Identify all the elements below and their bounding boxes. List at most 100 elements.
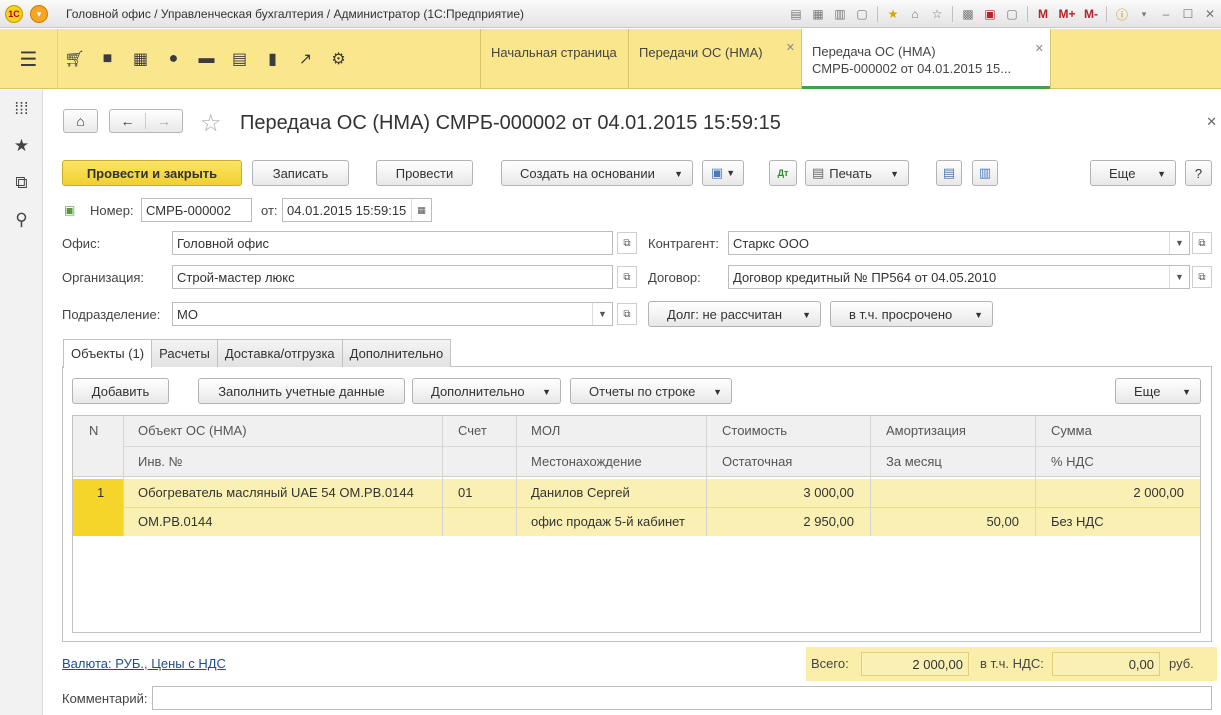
table-row[interactable]: 1 Обогреватель масляный UAE 54 ОМ.РВ.014… (73, 479, 1200, 536)
col-header-object[interactable]: Объект ОС (НМА) (138, 423, 247, 438)
col-header-n[interactable]: N (89, 423, 98, 438)
tab-delivery[interactable]: Доставка/отгрузка (216, 339, 343, 367)
create-based-on-button[interactable]: Создать на основании ▼ (501, 160, 693, 186)
number-field[interactable]: СМРБ-000002 (141, 198, 252, 222)
col-header-inv[interactable]: Инв. № (138, 454, 183, 469)
cell-location[interactable]: офис продаж 5-й кабинет (531, 514, 685, 529)
favorites-icon[interactable]: ★ (883, 4, 903, 24)
menu-icon[interactable]: ☰ (0, 29, 58, 89)
col-header-cost[interactable]: Стоимость (722, 423, 787, 438)
apps-icon[interactable]: ⁞⁞⁞ (0, 90, 43, 127)
col-header-mol[interactable]: МОЛ (531, 423, 560, 438)
col-header-vat-rate[interactable]: % НДС (1051, 454, 1094, 469)
tab-transfers-list[interactable]: Передачи ОС (НМА) ✕ (628, 29, 801, 89)
report-button[interactable]: ▤ (936, 160, 962, 186)
open-contract-icon[interactable]: ⧉ (1192, 266, 1212, 288)
col-header-per-month[interactable]: За месяц (886, 454, 942, 469)
row-reports-button[interactable]: Отчеты по строке ▼ (570, 378, 732, 404)
col-header-location[interactable]: Местонахождение (531, 454, 642, 469)
chart-icon[interactable]: ▮ (256, 29, 289, 89)
open-office-icon[interactable]: ⧉ (617, 232, 637, 254)
cell-sum[interactable]: 2 000,00 (1036, 485, 1184, 500)
memory-add-button[interactable]: M+ (1055, 4, 1079, 24)
search-icon[interactable]: ⚲ (0, 201, 43, 238)
close-icon[interactable]: ✕ (1200, 4, 1220, 24)
tab-objects[interactable]: Объекты (1) (63, 339, 153, 368)
debt-button[interactable]: Долг: не рассчитан ▼ (648, 301, 821, 327)
truck-icon[interactable]: ▬ (190, 29, 223, 89)
home-button[interactable]: ⌂ (63, 109, 98, 133)
office-field[interactable]: Головной офис (172, 231, 613, 255)
memory-subtract-button[interactable]: M- (1081, 4, 1101, 24)
app-logo-icon[interactable]: 1С (5, 5, 23, 23)
maximize-icon[interactable]: ☐ (1178, 4, 1198, 24)
forward-icon[interactable]: → (146, 113, 182, 129)
organization-field[interactable]: Строй-мастер люкс (172, 265, 613, 289)
col-header-amortization[interactable]: Амортизация (886, 423, 966, 438)
add-row-button[interactable]: Добавить (72, 378, 169, 404)
table-more-button[interactable]: Еще ▼ (1115, 378, 1201, 404)
minimize-icon[interactable]: – (1156, 4, 1176, 24)
save-button[interactable]: Записать (252, 160, 349, 186)
open-counterparty-icon[interactable]: ⧉ (1192, 232, 1212, 254)
col-header-sum[interactable]: Сумма (1051, 423, 1092, 438)
chevron-down-icon[interactable]: ▾ (1134, 4, 1154, 24)
fill-accounting-data-button[interactable]: Заполнить учетные данные (198, 378, 405, 404)
gear-icon[interactable]: ⚙ (322, 29, 355, 89)
favorite-star-icon[interactable]: ☆ (200, 109, 222, 138)
tab-additional[interactable]: Дополнительно (341, 339, 452, 367)
cell-amort-month[interactable]: 50,00 (871, 514, 1019, 529)
post-and-close-button[interactable]: Провести и закрыть (62, 160, 242, 186)
open-department-icon[interactable]: ⧉ (617, 303, 637, 325)
bag-icon[interactable]: ■ (91, 29, 124, 89)
cell-mol[interactable]: Данилов Сергей (531, 485, 630, 500)
trend-icon[interactable]: ↗ (289, 29, 322, 89)
help-button[interactable]: ? (1185, 160, 1212, 186)
print-button[interactable]: ▤ Печать ▼ (805, 160, 909, 186)
history-icon[interactable]: ⧉ (0, 164, 43, 201)
currency-link[interactable]: Валюта: РУБ., Цены с НДС (62, 656, 226, 671)
close-form-icon[interactable]: ✕ (1206, 114, 1217, 130)
close-icon[interactable]: ✕ (1035, 41, 1044, 58)
cell-object[interactable]: Обогреватель масляный UAE 54 ОМ.РВ.0144 (138, 485, 414, 500)
attachments-button[interactable]: ▥ (972, 160, 998, 186)
table-additional-button[interactable]: Дополнительно ▼ (412, 378, 561, 404)
save-icon[interactable]: ▤ (786, 4, 806, 24)
related-documents-button[interactable]: ▣ ▼ (702, 160, 744, 186)
counterparty-field[interactable]: Старкс ООО ▼ (728, 231, 1190, 255)
calculator-icon[interactable]: ▩ (958, 4, 978, 24)
objects-table[interactable]: N Объект ОС (НМА) Счет МОЛ Стоимость Амо… (72, 415, 1201, 633)
documents-icon[interactable]: ▤ (223, 29, 256, 89)
ruble-icon[interactable]: ● (157, 29, 190, 89)
preview-icon[interactable]: ▥ (830, 4, 850, 24)
overdue-button[interactable]: в т.ч. просрочено ▼ (830, 301, 993, 327)
col-header-residual[interactable]: Остаточная (722, 454, 792, 469)
open-organization-icon[interactable]: ⧉ (617, 266, 637, 288)
more-button[interactable]: Еще ▼ (1090, 160, 1176, 186)
star-icon[interactable]: ★ (0, 127, 43, 164)
cell-vat-rate[interactable]: Без НДС (1051, 514, 1104, 529)
memory-m-button[interactable]: M (1033, 4, 1053, 24)
print-icon[interactable]: ▦ (808, 4, 828, 24)
warehouse-icon[interactable]: ▦ (124, 29, 157, 89)
date-field[interactable]: 04.01.2015 15:59:15 ▦ (282, 198, 432, 222)
dt-kt-button[interactable]: Дт (769, 160, 797, 186)
tab-settlements[interactable]: Расчеты (151, 339, 218, 367)
clipboard-icon[interactable]: ▢ (1002, 4, 1022, 24)
comment-field[interactable] (152, 686, 1212, 710)
bookmark-icon[interactable]: ☆ (927, 4, 947, 24)
calendar-icon[interactable]: ▦ (411, 199, 431, 221)
link-icon[interactable]: ▢ (852, 4, 872, 24)
tab-home-page[interactable]: Начальная страница (480, 29, 628, 89)
close-icon[interactable]: ✕ (786, 41, 795, 54)
back-icon[interactable]: ← (110, 113, 147, 129)
chevron-down-icon[interactable]: ▼ (1169, 232, 1189, 254)
calendar-icon[interactable]: ▣ (980, 4, 1000, 24)
cell-cost[interactable]: 3 000,00 (707, 485, 854, 500)
contract-field[interactable]: Договор кредитный № ПР564 от 04.05.2010 … (728, 265, 1190, 289)
main-menu-icon[interactable]: ▾ (30, 5, 48, 23)
home-icon[interactable]: ⌂ (905, 4, 925, 24)
cart-icon[interactable]: 🛒︎ (58, 29, 91, 89)
department-field[interactable]: МО ▼ (172, 302, 613, 326)
col-header-account[interactable]: Счет (458, 423, 487, 438)
